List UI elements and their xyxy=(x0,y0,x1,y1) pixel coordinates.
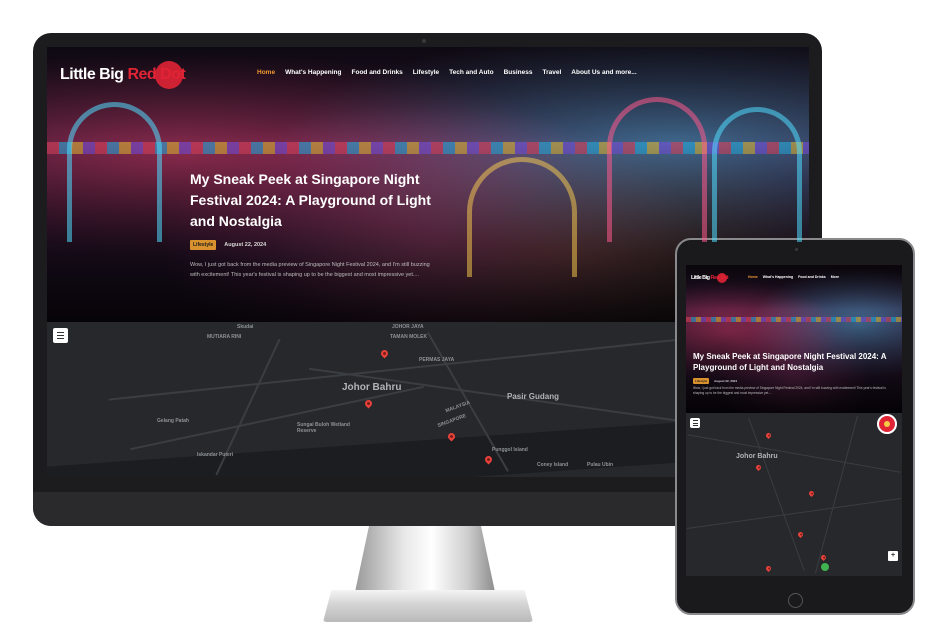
map-pin-icon[interactable] xyxy=(807,489,816,498)
article-excerpt: Wow, I just got back from the media prev… xyxy=(190,262,430,278)
map-road xyxy=(686,497,902,530)
map-pin-icon[interactable] xyxy=(819,553,828,562)
logo-main-text: Little Big xyxy=(691,275,710,281)
main-nav: Home What's Happening Food and Drinks Li… xyxy=(257,69,637,76)
tablet-nav: Home What's Happening Food and Drinks Mo… xyxy=(748,275,839,279)
imac-camera xyxy=(422,39,426,43)
map-label-coney-island: Coney Island xyxy=(537,462,569,468)
nav-item-lifestyle[interactable]: Lifestyle xyxy=(413,69,439,76)
map-pin-icon[interactable] xyxy=(796,530,805,539)
map-label-mutiara-rini: MUTIARA RINI xyxy=(207,334,242,340)
map-label-malaysia: MALAYSIA xyxy=(444,399,471,415)
ipad-home-button[interactable] xyxy=(788,593,803,608)
tablet-site-logo[interactable]: Little Big Red Dot xyxy=(691,273,729,283)
tablet-article-meta: Lifestyle August 22, 2024 xyxy=(693,378,737,384)
nav-item-food-and-drinks[interactable]: Food and Drinks xyxy=(352,69,403,76)
tablet-nav-whats-happening[interactable]: What's Happening xyxy=(763,275,793,279)
map-pin-icon[interactable] xyxy=(754,463,763,472)
menu-icon[interactable] xyxy=(53,328,68,343)
map-pin-icon[interactable] xyxy=(379,348,390,359)
site-logo[interactable]: Little Big Red Dot xyxy=(60,61,186,89)
nav-item-about-us[interactable]: About Us and more... xyxy=(571,69,636,76)
tablet-map-label-johor-bahru: Johor Bahru xyxy=(736,453,778,460)
tablet-menu-icon[interactable] xyxy=(690,418,700,428)
tablet-article-title[interactable]: My Sneak Peek at Singapore Night Festiva… xyxy=(693,351,893,373)
tablet-nav-food-and-drinks[interactable]: Food and Drinks xyxy=(798,275,826,279)
map-label-johor-bahru: Johor Bahru xyxy=(342,382,402,393)
logo-accent-text: Red Dot xyxy=(127,66,186,83)
nav-item-travel[interactable]: Travel xyxy=(542,69,561,76)
article-title[interactable]: My Sneak Peek at Singapore Night Festiva… xyxy=(190,169,440,232)
map-road xyxy=(748,417,805,572)
map-pin-icon[interactable] xyxy=(764,564,773,573)
ipad-camera xyxy=(795,248,798,251)
map-label-punggol-island: Punggol Island xyxy=(492,447,528,453)
map-label-iskandar-puteri: Iskandar Puteri xyxy=(197,452,234,458)
map-label-pasir-gudang: Pasir Gudang xyxy=(507,392,560,401)
nav-item-home[interactable]: Home xyxy=(257,69,275,76)
tablet-map-view[interactable]: Johor Bahru + xyxy=(686,413,902,576)
map-pin-icon[interactable] xyxy=(764,431,773,440)
tablet-nav-home[interactable]: Home xyxy=(748,275,758,279)
map-label-pulau-ubin: Pulau Ubin xyxy=(587,462,614,468)
tablet-screen: Little Big Red Dot Home What's Happening… xyxy=(686,265,902,576)
hero-decor-arch xyxy=(67,102,162,242)
logo-accent-text: Red Dot xyxy=(710,275,729,281)
hero-decor-arch xyxy=(607,97,707,242)
map-road xyxy=(814,415,859,574)
zoom-in-icon[interactable]: + xyxy=(888,551,898,561)
map-pin-icon[interactable] xyxy=(363,398,374,409)
tablet-category-badge[interactable]: Lifestyle xyxy=(693,378,710,384)
nav-item-whats-happening[interactable]: What's Happening xyxy=(285,69,341,76)
tablet-hero-banner: Little Big Red Dot Home What's Happening… xyxy=(686,265,902,413)
map-label-johor-jaya: JOHOR JAYA xyxy=(392,324,424,330)
map-label-taman-molek: TAMAN MOLEK xyxy=(390,334,428,340)
chat-badge-icon[interactable] xyxy=(877,414,897,434)
tablet-nav-more[interactable]: More xyxy=(831,275,839,279)
category-badge[interactable]: Lifestyle xyxy=(190,240,217,250)
map-pin-icon[interactable] xyxy=(821,563,829,571)
nav-item-tech-and-auto[interactable]: Tech and Auto xyxy=(449,69,493,76)
hero-decor-arch xyxy=(712,107,802,242)
map-label-skudai: Skudai xyxy=(237,324,254,330)
imac-stand-foot xyxy=(323,590,533,622)
map-label-permas-jaya: PERMAS JAYA xyxy=(419,357,455,363)
tablet-article-excerpt: Wow, I just got back from the media prev… xyxy=(693,386,886,395)
map-label-sungai-buloh: Sungai Buloh Wetland Reserve xyxy=(297,422,350,434)
article-meta: Lifestyle August 22, 2024 xyxy=(190,240,266,250)
tablet-article-date: August 22, 2024 xyxy=(714,379,738,383)
nav-item-business[interactable]: Business xyxy=(504,69,533,76)
article-date: August 22, 2024 xyxy=(224,242,267,248)
map-road xyxy=(687,434,901,473)
imac-stand-neck xyxy=(355,526,495,592)
logo-main-text: Little Big xyxy=(60,66,124,83)
map-label-singapore: SINGAPORE xyxy=(436,413,468,429)
hero-decor-arch xyxy=(467,157,577,277)
map-label-gelang-patah: Gelang Patah xyxy=(157,418,189,424)
